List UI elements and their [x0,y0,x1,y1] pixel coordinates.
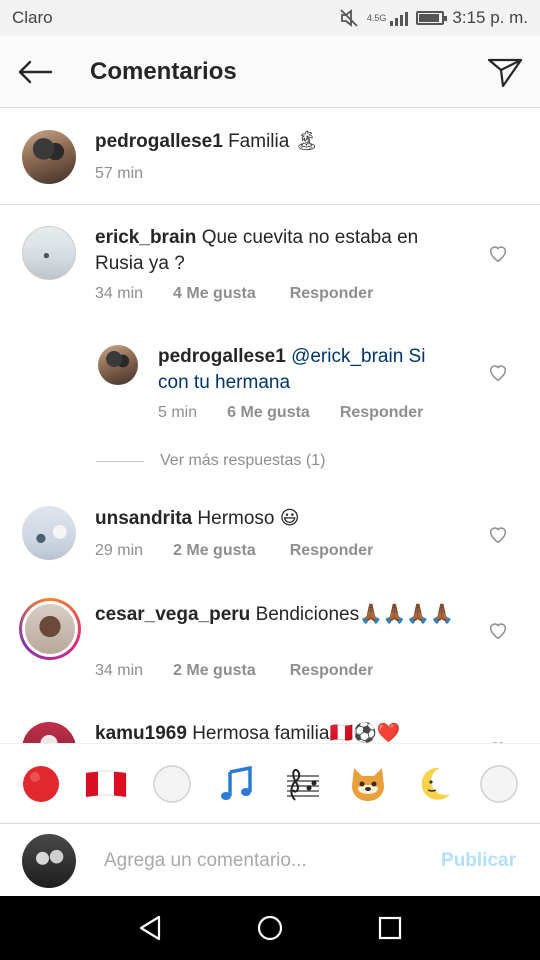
crescent-moon-icon[interactable] [412,762,456,806]
reply-button[interactable]: Responder [290,542,374,560]
recents-square-icon[interactable] [360,898,420,958]
caption-body: Familia 🏝 [228,131,319,152]
timestamp: 34 min [95,285,144,302]
username[interactable]: unsandrita [95,508,192,529]
timestamp: 34 min [95,662,144,679]
comment-body: Bendiciones🙏🏾🙏🏾🙏🏾🙏🏾 [255,604,454,625]
system-nav-bar [0,896,540,960]
caption-meta: 57 min [95,165,143,183]
reply-button[interactable]: Responder [290,662,374,680]
timestamp: 5 min [158,404,198,421]
reply-button[interactable]: Responder [290,285,374,303]
avatar[interactable] [22,506,76,560]
reply-text: pedrogallese1 @erick_brain Si con tu her… [158,344,458,396]
avatar [22,834,76,888]
signal-icon [390,10,409,26]
timestamp: 29 min [95,542,144,559]
battery-icon [416,11,448,25]
peru-flag-icon[interactable] [84,762,128,806]
carrier-label: Claro [12,8,53,27]
heart-icon[interactable] [487,523,509,545]
paper-plane-icon[interactable] [470,36,540,108]
music-notes-icon[interactable] [215,762,259,806]
back-triangle-icon[interactable] [120,898,180,958]
publish-button[interactable]: Publicar [441,850,516,872]
home-circle-icon[interactable] [240,898,300,958]
reply-button[interactable]: Responder [340,404,424,422]
emoji-quick-bar [0,743,540,823]
comment-text: kamu1969 Hermosa familia🇵🇪⚽❤️ [95,721,465,743]
avatar[interactable] [22,226,76,280]
username[interactable]: erick_brain [95,227,196,248]
comment-partial: kamu1969 Hermosa familia🇵🇪⚽❤️ [0,712,540,743]
avatar[interactable] [98,345,138,385]
status-icons: 4.5G 3:15 p. m. [339,8,528,28]
avatar[interactable] [22,722,76,743]
likes-count[interactable]: 2 Me gusta [173,662,256,680]
comment-text: cesar_vega_peru Bendiciones🙏🏾🙏🏾🙏🏾🙏🏾 [95,602,465,628]
dog-face-icon[interactable] [346,762,390,806]
red-circle-icon[interactable] [19,762,63,806]
arrow-left-icon[interactable] [0,36,70,108]
header: Comentarios [0,36,540,108]
comment-meta: 34 min 2 Me gusta Responder [95,662,373,680]
status-bar: Claro 4.5G 3:15 p. m. [0,0,540,36]
post-caption: pedrogallese1 Familia 🏝 57 min [0,109,540,205]
clock: 3:15 p. m. [452,8,528,27]
white-circle-icon[interactable] [150,762,194,806]
heart-icon[interactable] [487,242,509,264]
username[interactable]: kamu1969 [95,723,187,743]
username[interactable]: pedrogallese1 [95,131,223,152]
comment-text: erick_brain Que cuevita no estaba en Rus… [95,225,465,277]
comment-text: unsandrita Hermoso 😃 [95,506,465,532]
view-more-replies-label: Ver más respuestas (1) [160,452,326,469]
timestamp: 57 min [95,165,144,182]
network-type-label: 4.5G [366,13,387,23]
avatar[interactable] [22,130,76,184]
likes-count[interactable]: 4 Me gusta [173,285,256,303]
reply-meta: 5 min 6 Me gusta Responder [158,404,423,422]
view-more-replies[interactable]: Ver más respuestas (1) [96,452,325,470]
comment-body: Hermosa familia🇵🇪⚽❤️ [192,723,401,743]
musical-score-icon[interactable] [281,762,325,806]
heart-icon[interactable] [487,619,509,641]
comment-input-bar: Publicar [0,823,540,896]
username[interactable]: pedrogallese1 [158,346,286,367]
comment-input[interactable] [104,846,414,876]
page-title: Comentarios [90,57,237,85]
likes-count[interactable]: 2 Me gusta [173,542,256,560]
divider [96,460,144,462]
likes-count[interactable]: 6 Me gusta [227,404,310,422]
white-circle-icon[interactable] [477,762,521,806]
comment-body: Hermoso 😃 [197,508,300,529]
heart-icon[interactable] [487,361,509,383]
avatar[interactable] [25,604,75,654]
comment-meta: 29 min 2 Me gusta Responder [95,542,373,560]
comment-meta: 34 min 4 Me gusta Responder [95,285,373,303]
mute-icon [339,9,359,27]
caption-text: pedrogallese1 Familia 🏝 [95,129,515,155]
username[interactable]: cesar_vega_peru [95,604,250,625]
